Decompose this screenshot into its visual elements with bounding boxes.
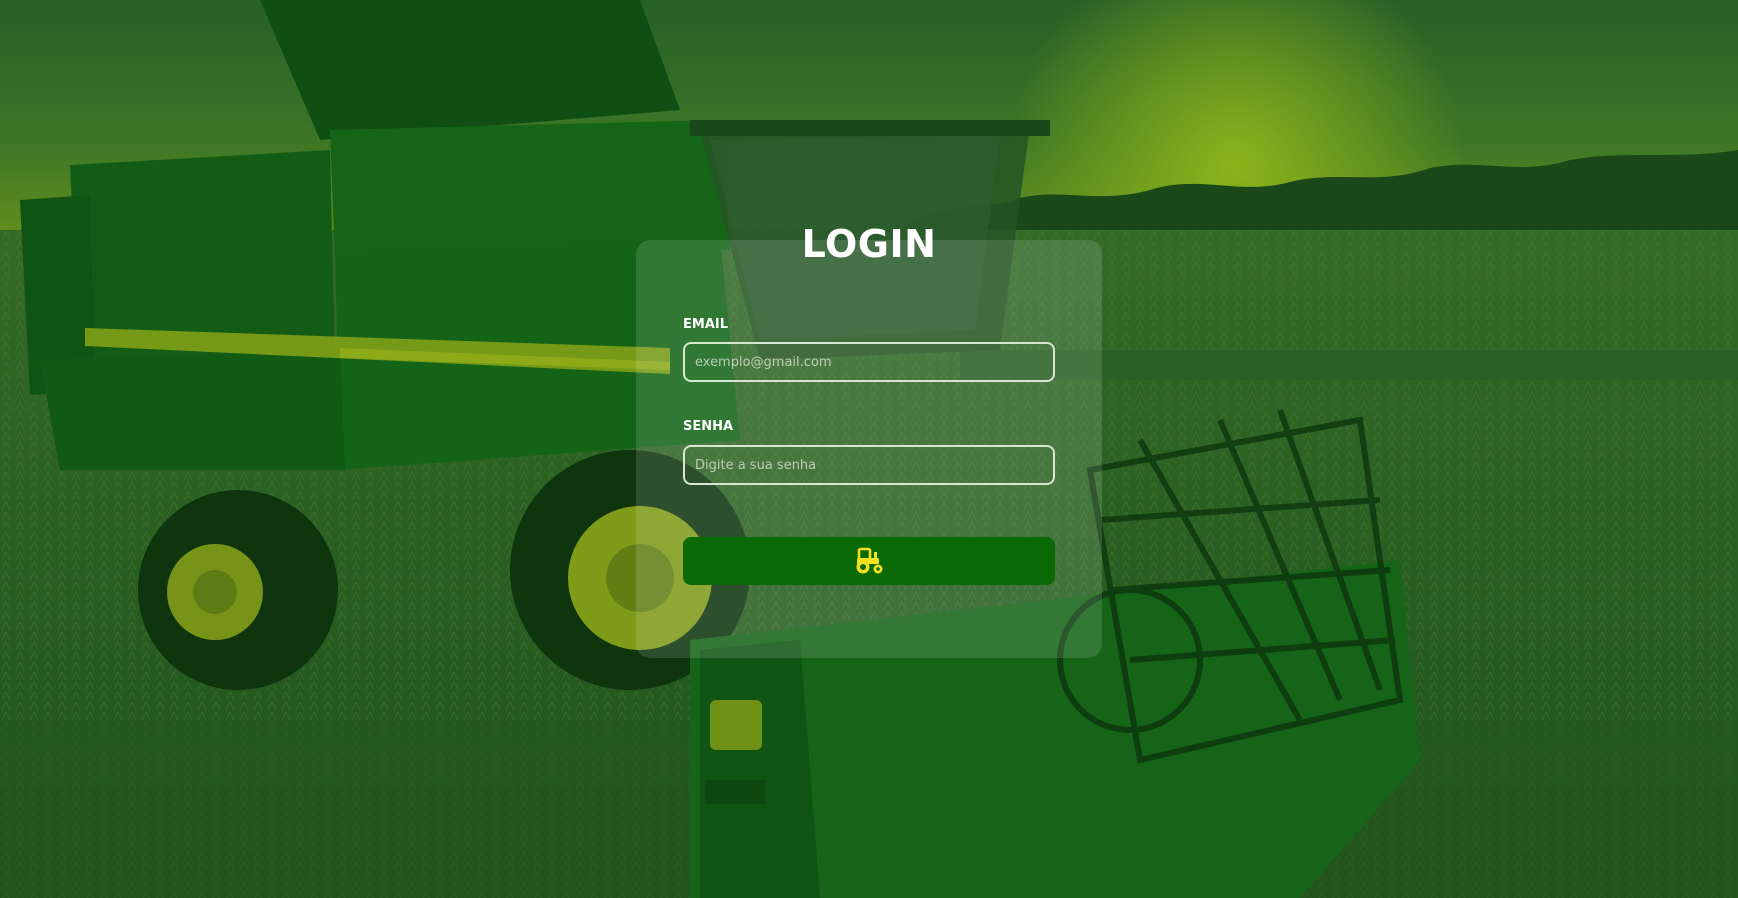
password-field[interactable] (683, 445, 1055, 485)
email-field[interactable] (683, 342, 1055, 382)
email-label: EMAIL (683, 317, 728, 332)
password-label: SENHA (683, 419, 734, 434)
login-page: LOGIN EMAIL SENHA (0, 0, 1738, 898)
page-title: LOGIN (801, 222, 937, 266)
tractor-icon (856, 547, 883, 574)
login-button[interactable] (683, 537, 1055, 585)
